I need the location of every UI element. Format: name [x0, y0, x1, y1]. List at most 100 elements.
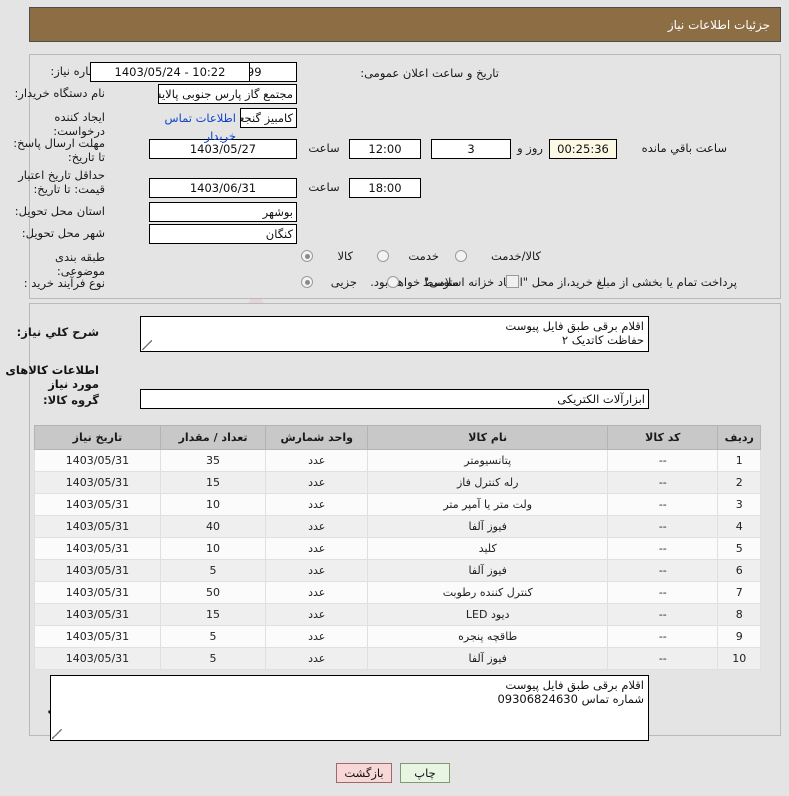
days-separator-label: روز و: [517, 141, 543, 155]
cell-code: --: [607, 647, 719, 670]
table-row: 8 -- دیود LED عدد 15 1403/05/31: [34, 603, 761, 626]
cell-name: پتانسیومتر: [367, 449, 609, 472]
cell-date: 1403/05/31: [34, 471, 161, 494]
goods-table: ردیف کد کالا نام کالا واحد شمارش تعداد /…: [34, 425, 761, 670]
cell-qty: 35: [159, 449, 267, 472]
radio-category-goods-label: کالا: [337, 249, 353, 263]
goods-group-label: گروه کالا:: [43, 393, 99, 407]
cell-row: 6: [717, 559, 761, 582]
creator-label: ایجاد کننده درخواست:: [53, 110, 105, 138]
table-row: 10 -- فیوز آلفا عدد 5 1403/05/31: [34, 647, 761, 670]
radio-category-goods-service-label: کالا/خدمت: [490, 249, 541, 263]
buyer-notes-textarea[interactable]: اقلام برقی طبق فایل پیوست شماره تماس 093…: [50, 675, 649, 741]
announcement-label: تاریخ و ساعت اعلان عمومی:: [360, 66, 499, 80]
cell-row: 10: [717, 647, 761, 670]
cell-qty: 10: [159, 493, 267, 516]
cell-unit: عدد: [265, 515, 369, 538]
col-header-row: ردیف: [717, 425, 761, 450]
delivery-province-label: استان محل تحویل:: [14, 204, 105, 218]
table-header-row: ردیف کد کالا نام کالا واحد شمارش تعداد /…: [34, 425, 761, 450]
cell-code: --: [607, 471, 719, 494]
col-header-unit: واحد شمارش: [265, 425, 369, 450]
delivery-city-label: شهر محل تحویل:: [21, 226, 105, 240]
deadline-hour-label: ساعت: [308, 141, 340, 155]
cell-row: 1: [717, 449, 761, 472]
page-title: جزئیات اطلاعات نیاز: [667, 18, 770, 32]
cell-unit: عدد: [265, 581, 369, 604]
cell-qty: 15: [159, 603, 267, 626]
cell-code: --: [607, 581, 719, 604]
validity-time-value: 18:00: [349, 178, 421, 198]
cell-qty: 15: [159, 471, 267, 494]
col-header-date: تاریخ نیاز: [34, 425, 161, 450]
radio-process-medium[interactable]: [387, 276, 399, 288]
cell-date: 1403/05/31: [34, 515, 161, 538]
page-title-bar: جزئیات اطلاعات نیاز: [29, 7, 781, 42]
validity-date-value: 1403/06/31: [149, 178, 297, 198]
cell-date: 1403/05/31: [34, 603, 161, 626]
radio-category-goods[interactable]: [301, 250, 313, 262]
cell-code: --: [607, 603, 719, 626]
cell-name: فیوز آلفا: [367, 515, 609, 538]
cell-date: 1403/05/31: [34, 625, 161, 648]
cell-unit: عدد: [265, 449, 369, 472]
remaining-time-label: ساعت باقي مانده: [641, 141, 727, 155]
cell-row: 2: [717, 471, 761, 494]
cell-unit: عدد: [265, 647, 369, 670]
cell-name: کلید: [367, 537, 609, 560]
print-button[interactable]: چاپ: [400, 763, 450, 783]
radio-process-minor-label: جزیی: [330, 275, 357, 289]
treasury-documents-label: پرداخت تمام یا بخشی از مبلغ خرید،از محل …: [370, 275, 737, 289]
cell-qty: 50: [159, 581, 267, 604]
cell-code: --: [607, 625, 719, 648]
cell-unit: عدد: [265, 471, 369, 494]
cell-row: 5: [717, 537, 761, 560]
table-row: 6 -- فیوز آلفا عدد 5 1403/05/31: [34, 559, 761, 582]
countdown-timer-value: 00:25:36: [549, 139, 617, 159]
cell-qty: 5: [159, 647, 267, 670]
radio-category-service-label: خدمت: [408, 249, 439, 263]
cell-unit: عدد: [265, 493, 369, 516]
description-textarea[interactable]: اقلام برقی طبق فایل پیوست حفاظت کاتدیک ۲: [140, 316, 649, 352]
table-row: 9 -- طاقچه پنجره عدد 5 1403/05/31: [34, 625, 761, 648]
delivery-province-value: بوشهر: [149, 202, 297, 222]
buyer-contact-link[interactable]: اطلاعات تماس خریدار: [146, 109, 236, 145]
cell-code: --: [607, 559, 719, 582]
table-row: 5 -- کلید عدد 10 1403/05/31: [34, 537, 761, 560]
cell-name: رله کنترل فاز: [367, 471, 609, 494]
radio-category-service[interactable]: [377, 250, 389, 262]
cell-date: 1403/05/31: [34, 449, 161, 472]
cell-qty: 5: [159, 559, 267, 582]
col-header-code: کد کالا: [607, 425, 719, 450]
cell-row: 4: [717, 515, 761, 538]
radio-category-goods-service[interactable]: [455, 250, 467, 262]
deadline-label: مهلت ارسال پاسخ: تا تاریخ:: [13, 136, 105, 164]
table-row: 4 -- فیوز آلفا عدد 40 1403/05/31: [34, 515, 761, 538]
cell-code: --: [607, 493, 719, 516]
cell-date: 1403/05/31: [34, 559, 161, 582]
col-header-qty: تعداد / مقدار: [159, 425, 267, 450]
table-row: 2 -- رله کنترل فاز عدد 15 1403/05/31: [34, 471, 761, 494]
back-button[interactable]: بازگشت: [336, 763, 392, 783]
cell-row: 9: [717, 625, 761, 648]
col-header-name: نام کالا: [367, 425, 609, 450]
cell-date: 1403/05/31: [34, 537, 161, 560]
cell-code: --: [607, 537, 719, 560]
cell-code: --: [607, 515, 719, 538]
cell-name: فیوز آلفا: [367, 647, 609, 670]
price-validity-label: حداقل تاریخ اعتبار قیمت: تا تاریخ:: [18, 168, 105, 196]
cell-unit: عدد: [265, 559, 369, 582]
description-label: شرح کلي نياز:: [16, 325, 99, 339]
radio-process-minor[interactable]: [301, 276, 313, 288]
goods-section-heading: اطلاعات کالاهای مورد نیاز: [5, 363, 99, 391]
purchase-process-label: نوع فرآیند خرید :: [23, 276, 105, 290]
cell-code: --: [607, 449, 719, 472]
cell-row: 7: [717, 581, 761, 604]
cell-qty: 40: [159, 515, 267, 538]
treasury-documents-checkbox[interactable]: [506, 275, 519, 288]
cell-name: دیود LED: [367, 603, 609, 626]
deadline-time-value: 12:00: [349, 139, 421, 159]
cell-row: 8: [717, 603, 761, 626]
announcement-value: 10:22 - 1403/05/24: [90, 62, 250, 82]
table-row: 3 -- ولت متر یا آمپر متر عدد 10 1403/05/31: [34, 493, 761, 516]
